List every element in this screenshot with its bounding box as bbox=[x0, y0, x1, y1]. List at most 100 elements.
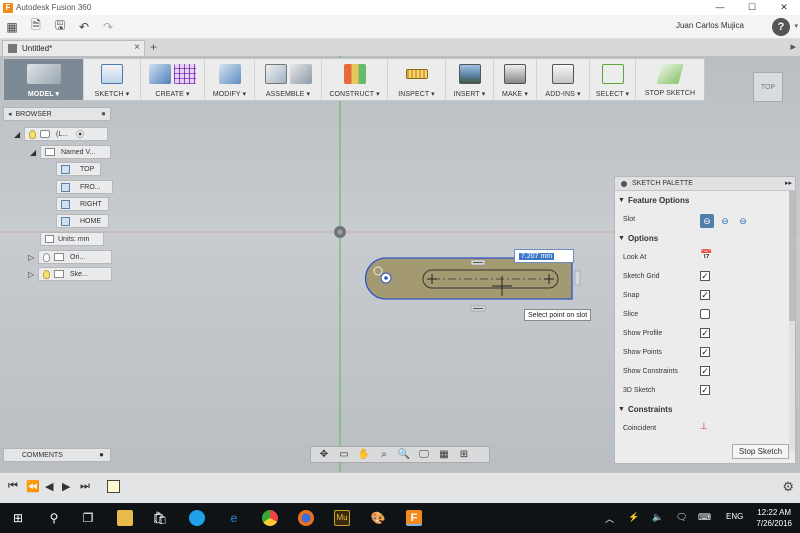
slice-checkbox[interactable] bbox=[700, 309, 710, 319]
visibility-bulb-icon[interactable] bbox=[43, 252, 50, 262]
tree-item-root[interactable]: ◢ (L... ⦿ bbox=[14, 127, 108, 141]
go-to-end-icon[interactable]: ⏭ bbox=[80, 480, 90, 493]
timeline-sketch-feature-icon[interactable] bbox=[107, 480, 120, 493]
browser-header[interactable]: ◂ BROWSER ● bbox=[3, 107, 111, 121]
tree-item-view-front[interactable]: FRO... bbox=[56, 180, 113, 194]
show-points-checkbox[interactable]: ✓ bbox=[700, 347, 710, 357]
paint-icon[interactable]: 🎨 bbox=[370, 510, 386, 526]
toolbar-group-assemble[interactable]: ASSEMBLE ▾ bbox=[255, 59, 322, 100]
system-clock[interactable]: 12:22 AM 7/26/2016 bbox=[756, 507, 792, 529]
timeline-settings-gear-icon[interactable]: ⚙ bbox=[782, 479, 794, 495]
toolbar-group-create[interactable]: CREATE ▾ bbox=[141, 59, 205, 100]
chrome-icon[interactable] bbox=[262, 510, 278, 526]
coincident-constraint-icon[interactable]: ⊥ bbox=[700, 421, 708, 432]
viewports-icon[interactable]: ⊞ bbox=[455, 448, 473, 461]
dimension-value[interactable]: 7.207 mm bbox=[519, 252, 555, 260]
tree-item-units[interactable]: Units: mm bbox=[40, 232, 104, 246]
close-tab-icon[interactable]: × bbox=[134, 42, 140, 53]
look-at-icon[interactable]: ▭ bbox=[335, 448, 353, 461]
center-point-slot-icon[interactable]: ⊖ bbox=[736, 214, 750, 228]
edge-icon[interactable]: e bbox=[226, 510, 242, 526]
comments-panel[interactable]: COMMENTS ● bbox=[3, 448, 111, 462]
snap-checkbox[interactable]: ✓ bbox=[700, 290, 710, 300]
volume-icon[interactable]: 🔈 bbox=[652, 512, 663, 523]
search-icon[interactable]: ⚲ bbox=[46, 510, 62, 526]
activate-radio-icon[interactable]: ⦿ bbox=[76, 129, 84, 140]
collapse-arrow-icon[interactable]: ◂ bbox=[8, 110, 12, 118]
orbit-icon[interactable]: ✥ bbox=[315, 448, 333, 461]
section-feature-options[interactable]: ▼ Feature Options bbox=[615, 191, 795, 210]
visibility-bulb-icon[interactable] bbox=[43, 269, 50, 279]
slot-profile[interactable] bbox=[364, 257, 573, 300]
toolbar-group-select[interactable]: SELECT ▾ bbox=[590, 59, 636, 100]
toolbar-group-make[interactable]: MAKE ▾ bbox=[494, 59, 537, 100]
tree-item-view-right[interactable]: RIGHT bbox=[56, 197, 109, 211]
sketch-palette-header[interactable]: SKETCH PALETTE ▸▸ bbox=[615, 177, 795, 191]
toolbar-group-inspect[interactable]: INSPECT ▾ bbox=[388, 59, 446, 100]
pin-icon[interactable]: ● bbox=[101, 109, 106, 118]
help-icon[interactable]: ? bbox=[772, 18, 790, 36]
data-panel-grid-icon[interactable]: ▦ bbox=[0, 17, 24, 37]
redo-icon[interactable]: ↷ bbox=[96, 17, 120, 37]
center-slot-icon[interactable]: ⊖ bbox=[700, 214, 714, 228]
show-hidden-icons-icon[interactable]: ︿ bbox=[605, 512, 614, 525]
action-center-icon[interactable]: 🗨 bbox=[676, 512, 687, 523]
show-profile-checkbox[interactable]: ✓ bbox=[700, 328, 710, 338]
user-name[interactable]: Juan Carlos Mujica bbox=[676, 21, 744, 30]
tree-item-sketches[interactable]: ▷ Ske... bbox=[28, 267, 112, 281]
keyboard-icon[interactable]: ⌨ bbox=[698, 512, 711, 523]
maximize-button[interactable]: ☐ bbox=[736, 0, 768, 15]
language-indicator[interactable]: ENG bbox=[726, 512, 743, 521]
display-settings-icon[interactable]: 🖵 bbox=[415, 448, 433, 461]
stop-sketch-button[interactable]: Stop Sketch bbox=[732, 444, 789, 459]
collapse-triangle-icon[interactable]: ◢ bbox=[14, 130, 24, 139]
tree-item-named-views[interactable]: ◢ Named V... bbox=[30, 145, 111, 159]
undo-icon[interactable]: ↶ bbox=[72, 17, 96, 37]
save-icon[interactable]: 🖫 bbox=[48, 17, 72, 37]
document-tab[interactable]: Untitled* × bbox=[2, 40, 145, 56]
toolbar-group-stop-sketch[interactable]: STOP SKETCH bbox=[636, 59, 704, 100]
tree-item-view-home[interactable]: HOME bbox=[56, 214, 109, 228]
go-to-start-icon[interactable]: ⏮ bbox=[8, 480, 18, 493]
toolbar-group-modify[interactable]: MODIFY ▾ bbox=[205, 59, 255, 100]
close-window-button[interactable]: ✕ bbox=[768, 0, 800, 15]
tree-item-view-top[interactable]: TOP bbox=[56, 162, 101, 176]
network-icon[interactable]: ⚡ bbox=[628, 512, 639, 523]
dimension-input[interactable]: 7.207 mm bbox=[514, 249, 574, 263]
expand-palette-icon[interactable]: ▸▸ bbox=[785, 179, 792, 187]
overall-slot-icon[interactable]: ⊖ bbox=[718, 214, 732, 228]
firefox-icon[interactable] bbox=[298, 510, 314, 526]
toolbar-group-insert[interactable]: INSERT ▾ bbox=[446, 59, 494, 100]
fusion-360-taskbar-icon[interactable]: F bbox=[406, 510, 422, 526]
show-constraints-checkbox[interactable]: ✓ bbox=[700, 366, 710, 376]
section-options[interactable]: ▼ Options bbox=[615, 229, 795, 248]
toolbar-group-construct[interactable]: CONSTRUCT ▾ bbox=[322, 59, 388, 100]
collapse-triangle-icon[interactable]: ▼ bbox=[618, 197, 625, 204]
new-tab-icon[interactable]: + bbox=[150, 40, 157, 54]
fit-zoom-icon[interactable]: 🔍 bbox=[395, 448, 413, 461]
play-back-icon[interactable]: ◀ bbox=[45, 480, 53, 493]
collapse-triangle-icon[interactable]: ▼ bbox=[618, 235, 625, 242]
file-explorer-icon[interactable] bbox=[117, 510, 133, 526]
zoom-icon[interactable]: ⌕ bbox=[375, 448, 393, 461]
add-comment-icon[interactable]: ● bbox=[99, 450, 104, 459]
expand-triangle-icon[interactable]: ▷ bbox=[28, 253, 38, 262]
step-back-icon[interactable]: ⏪ bbox=[26, 480, 40, 493]
tree-item-origin[interactable]: ▷ Ori... bbox=[28, 250, 112, 264]
toolbar-group-add-ins[interactable]: ADD-INS ▾ bbox=[537, 59, 590, 100]
minimize-button[interactable]: — bbox=[704, 0, 736, 15]
palette-scrollbar[interactable] bbox=[789, 191, 795, 451]
store-icon[interactable]: 🛍 bbox=[152, 510, 168, 526]
expand-triangle-icon[interactable]: ▷ bbox=[28, 270, 38, 279]
palette-pin-icon[interactable] bbox=[621, 180, 627, 187]
grid-settings-icon[interactable]: ▦ bbox=[435, 448, 453, 461]
skype-icon[interactable] bbox=[189, 510, 205, 526]
collapse-triangle-icon[interactable]: ◢ bbox=[30, 148, 40, 157]
tab-scroll-icon[interactable]: ▸ bbox=[790, 40, 796, 53]
collapse-triangle-icon[interactable]: ▼ bbox=[618, 406, 625, 413]
sketch-grid-checkbox[interactable]: ✓ bbox=[700, 271, 710, 281]
play-icon[interactable]: ▶ bbox=[62, 480, 70, 493]
constraint-coincident[interactable]: Coincident ⊥ bbox=[615, 419, 795, 438]
pan-icon[interactable]: ✋ bbox=[355, 448, 373, 461]
muse-icon[interactable]: Mu bbox=[334, 510, 350, 526]
